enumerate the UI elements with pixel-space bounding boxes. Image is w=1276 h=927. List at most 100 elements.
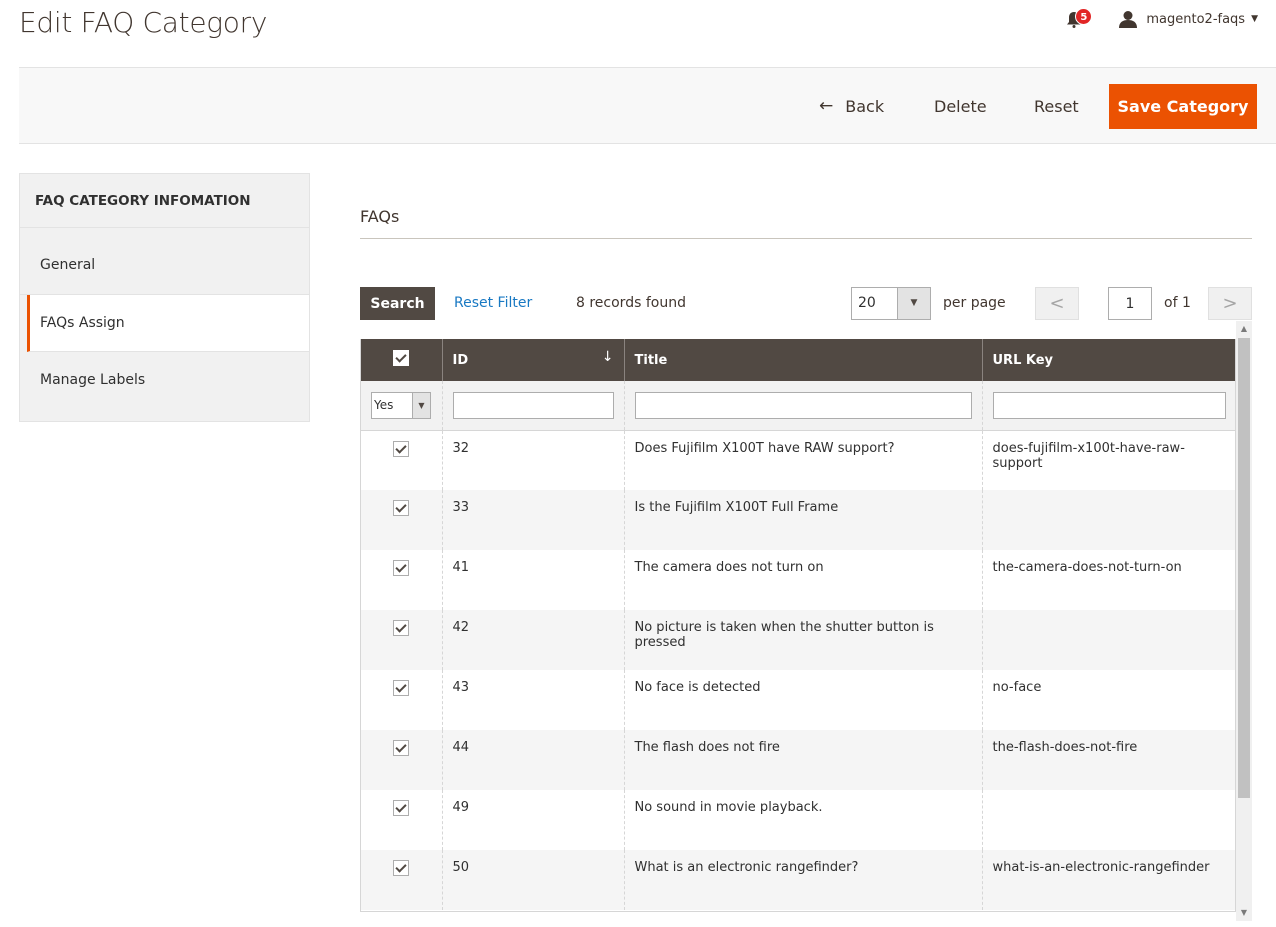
grid-toolbar: Search Reset Filter 8 records found 20 ▼… <box>360 287 1252 321</box>
sidebar: FAQ CATEGORY INFOMATION General FAQs Ass… <box>19 173 310 422</box>
id-cell: 44 <box>442 730 625 790</box>
per-page-select[interactable]: 20 ▼ <box>851 287 931 320</box>
select-cell <box>361 670 443 730</box>
table-row[interactable]: 42 No picture is taken when the shutter b… <box>361 610 1235 670</box>
chevron-down-icon: ▼ <box>1251 14 1258 24</box>
title-cell: No picture is taken when the shutter but… <box>624 610 983 670</box>
save-category-button[interactable]: Save Category <box>1109 84 1257 129</box>
per-page-label: per page <box>943 295 1006 311</box>
title-cell: The camera does not turn on <box>624 550 983 610</box>
header-actions: 5 magento2-faqs ▼ <box>1064 8 1258 30</box>
table-row[interactable]: 41 The camera does not turn on the-camera-… <box>361 550 1235 610</box>
id-cell: 33 <box>442 490 625 550</box>
url-key-cell: what-is-an-electronic-rangefinder <box>982 850 1235 910</box>
select-cell <box>361 730 443 790</box>
page-number-input[interactable] <box>1108 287 1152 320</box>
title-filter-input[interactable] <box>634 391 972 419</box>
sidebar-item-general[interactable]: General <box>20 228 309 295</box>
title-cell: Is the Fujifilm X100T Full Frame <box>624 490 983 550</box>
section-title: FAQs <box>360 207 400 226</box>
id-filter-input[interactable] <box>452 391 614 419</box>
page-actions-bar: ← Back Delete Reset Save Category <box>19 67 1276 144</box>
row-checkbox[interactable] <box>393 800 410 816</box>
row-checkbox[interactable] <box>393 500 410 516</box>
column-header-url-key[interactable]: URL Key <box>982 339 1235 381</box>
user-icon <box>1119 11 1138 28</box>
arrow-left-icon: ← <box>819 96 834 116</box>
url-key-cell <box>982 610 1235 670</box>
scroll-up-icon[interactable]: ▲ <box>1236 321 1252 337</box>
url-key-cell: no-face <box>982 670 1235 730</box>
row-checkbox[interactable] <box>393 620 410 636</box>
delete-button[interactable]: Delete <box>934 84 987 129</box>
table-row[interactable]: 33 Is the Fujifilm X100T Full Frame <box>361 490 1235 550</box>
notification-count-badge: 5 <box>1075 8 1093 25</box>
scrollbar-thumb[interactable] <box>1238 338 1250 798</box>
url-key-cell: the-camera-does-not-turn-on <box>982 550 1235 610</box>
chevron-down-icon: ▼ <box>897 288 930 319</box>
url-key-cell: does-fujifilm-x100t-have-raw-support <box>982 430 1235 490</box>
id-cell: 32 <box>442 430 625 490</box>
chevron-left-icon: < <box>1049 293 1065 314</box>
user-menu[interactable]: magento2-faqs ▼ <box>1118 10 1258 28</box>
notifications-button[interactable]: 5 <box>1064 8 1093 30</box>
url-key-cell: the-flash-does-not-fire <box>982 730 1235 790</box>
url-key-cell <box>982 490 1235 550</box>
id-cell: 49 <box>442 790 625 850</box>
id-cell: 43 <box>442 670 625 730</box>
column-header-title[interactable]: Title <box>624 339 983 381</box>
username: magento2-faqs <box>1146 11 1246 27</box>
sort-arrow-icon: ↓ <box>601 349 614 365</box>
select-cell <box>361 430 443 490</box>
title-cell: Does Fujifilm X100T have RAW support? <box>624 430 983 490</box>
row-checkbox[interactable] <box>393 860 410 876</box>
search-button[interactable]: Search <box>360 287 435 320</box>
column-header-id[interactable]: ID ↓ <box>442 339 625 381</box>
next-page-button[interactable]: > <box>1208 287 1252 320</box>
table-row[interactable]: 44 The flash does not fire the-flash-does-… <box>361 730 1235 790</box>
id-cell: 41 <box>442 550 625 610</box>
header-row: ID ↓ Title URL Key <box>361 339 1235 381</box>
title-cell: No face is detected <box>624 670 983 730</box>
table-row[interactable]: 49 No sound in movie playback. <box>361 790 1235 850</box>
faq-table: ID ↓ Title URL Key Yes ▼ 32 Does Fujifilm X… <box>361 339 1235 910</box>
select-cell <box>361 490 443 550</box>
per-page-value: 20 <box>858 295 876 311</box>
table-row[interactable]: 43 No face is detected no-face <box>361 670 1235 730</box>
row-checkbox[interactable] <box>393 560 410 576</box>
grid-scrollbar[interactable]: ▲ ▼ <box>1236 321 1252 921</box>
reset-filter-link[interactable]: Reset Filter <box>454 295 532 311</box>
id-cell: 42 <box>442 610 625 670</box>
title-cell: No sound in movie playback. <box>624 790 983 850</box>
table-row[interactable]: 32 Does Fujifilm X100T have RAW support? d… <box>361 430 1235 490</box>
select-cell <box>361 550 443 610</box>
filter-row: Yes ▼ <box>361 381 1235 431</box>
page-total: of 1 <box>1164 295 1191 311</box>
select-all-checkbox[interactable] <box>393 350 410 366</box>
sidebar-title: FAQ CATEGORY INFOMATION <box>20 174 309 228</box>
select-cell <box>361 610 443 670</box>
reset-button[interactable]: Reset <box>1034 84 1079 129</box>
sidebar-item-manage-labels[interactable]: Manage Labels <box>20 352 309 421</box>
row-checkbox[interactable] <box>393 440 410 457</box>
url-key-filter-input[interactable] <box>992 391 1226 419</box>
select-cell <box>361 790 443 850</box>
select-cell <box>361 850 443 910</box>
chevron-right-icon: > <box>1222 293 1238 314</box>
sidebar-item-faqs-assign[interactable]: FAQs Assign <box>27 295 309 352</box>
url-key-cell <box>982 790 1235 850</box>
column-header-select[interactable] <box>361 339 443 381</box>
back-label: Back <box>845 97 885 116</box>
previous-page-button[interactable]: < <box>1035 287 1079 320</box>
row-checkbox[interactable] <box>393 680 410 696</box>
in-category-filter-select[interactable]: Yes ▼ <box>371 391 431 419</box>
row-checkbox[interactable] <box>393 740 410 756</box>
title-cell: The flash does not fire <box>624 730 983 790</box>
table-row[interactable]: 50 What is an electronic rangefinder? what… <box>361 850 1235 910</box>
title-cell: What is an electronic rangefinder? <box>624 850 983 910</box>
id-cell: 50 <box>442 850 625 910</box>
page-title: Edit FAQ Category <box>19 6 268 39</box>
scroll-down-icon[interactable]: ▼ <box>1236 905 1252 921</box>
records-found: 8 records found <box>576 295 686 311</box>
back-button[interactable]: ← Back <box>819 84 884 129</box>
